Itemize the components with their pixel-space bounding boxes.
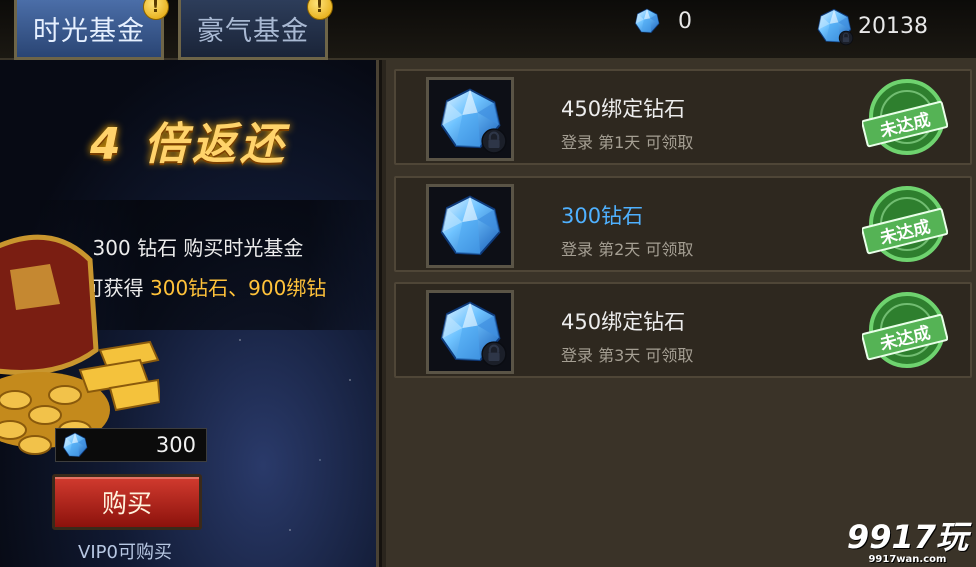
not-achieved-stamp: 未达成 (862, 292, 948, 368)
reward-condition: 登录 第1天 可领取 (561, 133, 694, 152)
return-multiplier-headline: 4 倍返还 (90, 119, 288, 170)
reward-title: 300钻石 (561, 204, 644, 228)
reward-icon-frame (426, 290, 514, 374)
blue-diamond-icon (62, 432, 88, 458)
site-watermark-logo: 9917玩 9917wan.com (847, 512, 968, 565)
tab-luxury-fund[interactable]: 豪气基金 ! (178, 0, 333, 60)
bound-diamond-icon (438, 87, 502, 151)
reward-condition: 登录 第2天 可领取 (561, 240, 694, 259)
buy-button[interactable]: 购买 (52, 474, 202, 530)
price-display: 300 (55, 428, 207, 462)
bound-diamond-icon (816, 8, 852, 44)
tab-time-fund-label: 时光基金 (33, 16, 145, 47)
reward-condition: 登录 第3天 可领取 (561, 346, 694, 365)
diamond-currency: 0 (634, 8, 692, 34)
reward-icon-frame (426, 77, 514, 161)
top-bar: 时光基金 ! 豪气基金 ! 0 20138 (0, 0, 976, 60)
bound-diamond-icon (438, 300, 502, 364)
reward-list: 450绑定钻石 登录 第1天 可领取 未达成 300钻石 登录 第2天 可领取 … (382, 60, 976, 567)
bound-diamond-currency: 20138 (816, 8, 928, 44)
reward-row-day-2: 300钻石 登录 第2天 可领取 未达成 (394, 176, 972, 272)
vip-requirement-text: VIP0可购买 (78, 542, 172, 563)
blue-diamond-icon (634, 8, 660, 34)
reward-title: 450绑定钻石 (561, 310, 686, 334)
reward-row-day-1: 450绑定钻石 登录 第1天 可领取 未达成 (394, 69, 972, 165)
tab-luxury-fund-label: 豪气基金 (197, 16, 309, 47)
reward-title: 450绑定钻石 (561, 97, 686, 121)
alert-badge-icon: ! (307, 0, 333, 20)
reward-icon-frame (426, 184, 514, 268)
tab-time-fund[interactable]: 时光基金 ! (14, 0, 169, 60)
not-achieved-stamp: 未达成 (862, 79, 948, 155)
promo-reward-highlight: 300钻石、900绑钻 (150, 276, 327, 300)
watermark-main: 9917玩 (846, 518, 968, 556)
not-achieved-stamp: 未达成 (862, 186, 948, 262)
blue-diamond-icon (438, 194, 502, 258)
alert-badge-icon: ! (143, 0, 169, 20)
price-value: 300 (155, 433, 196, 457)
diamond-count: 0 (678, 8, 692, 34)
bound-diamond-count: 20138 (858, 13, 928, 39)
promo-panel: 4 倍返还 300 钻石 购买时光基金 可获得 300钻石、900绑钻 300 … (0, 60, 379, 567)
reward-row-day-3: 450绑定钻石 登录 第3天 可领取 未达成 (394, 282, 972, 378)
